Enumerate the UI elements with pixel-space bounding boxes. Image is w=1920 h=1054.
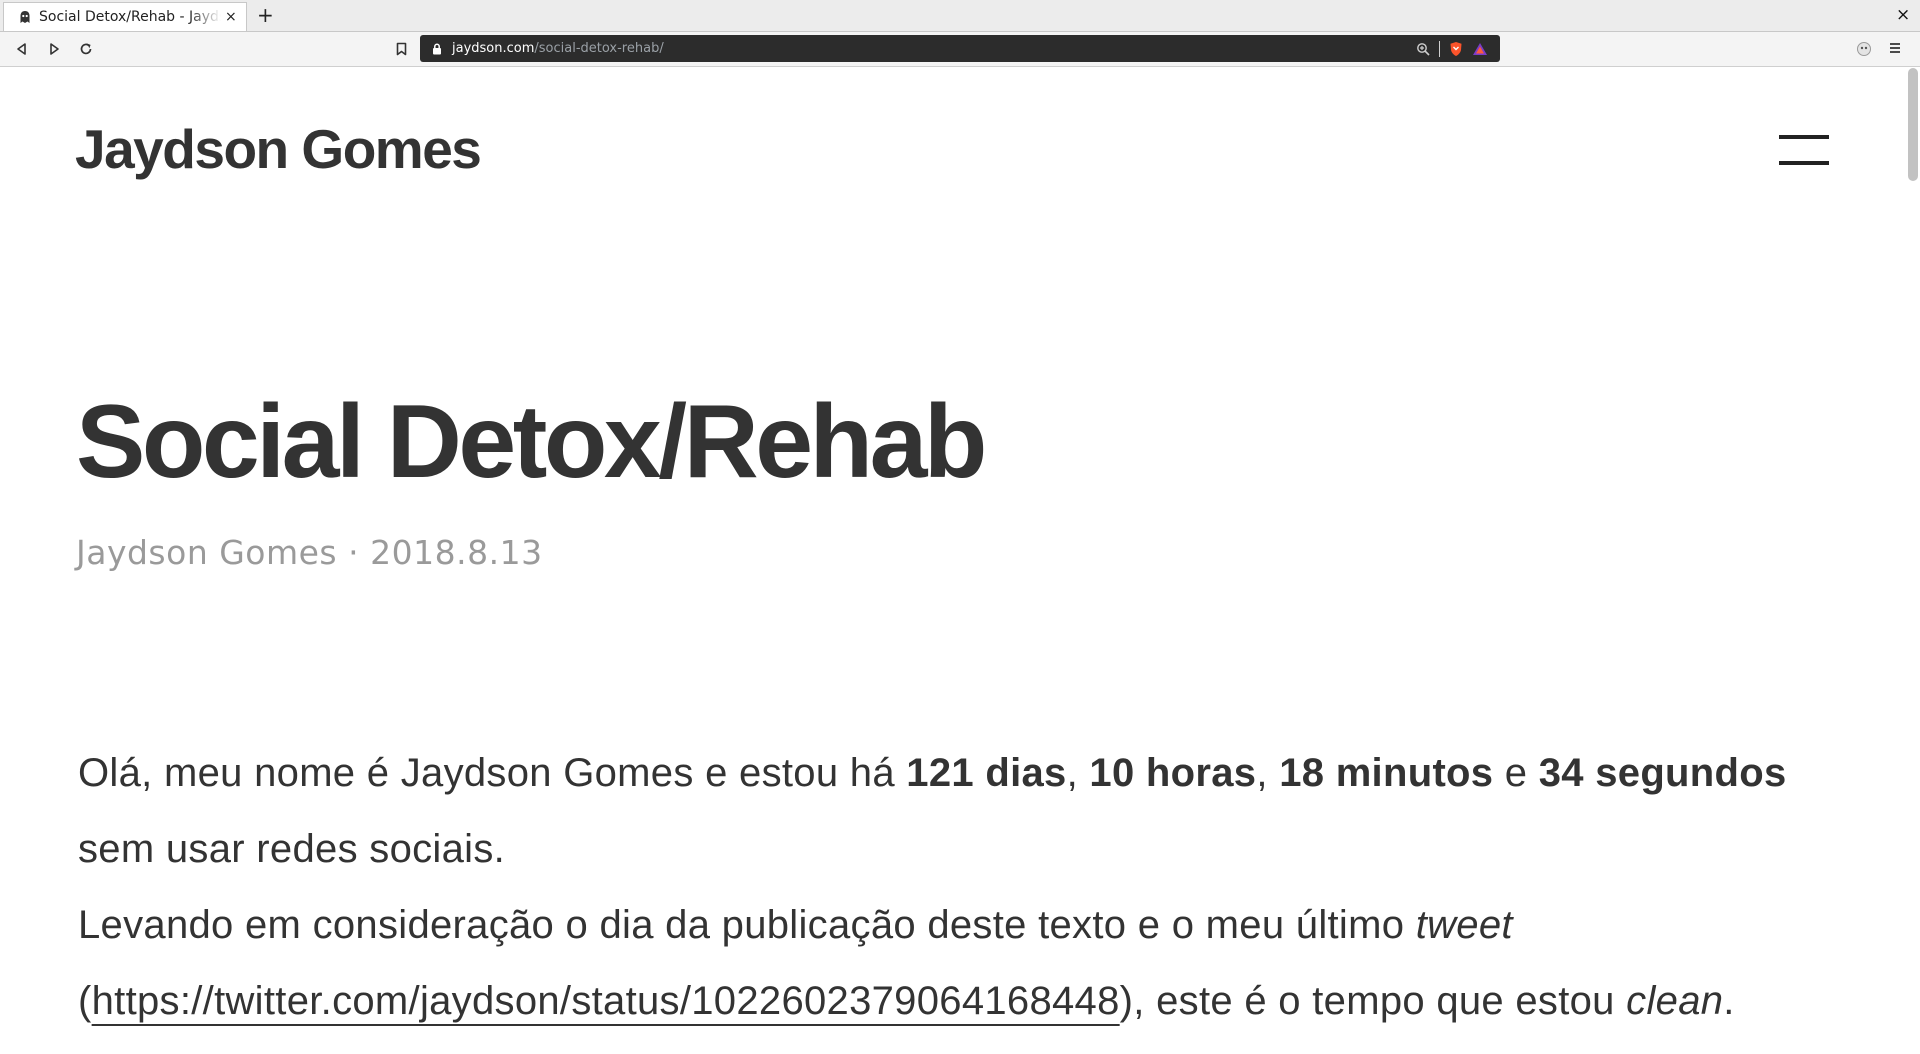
page-scrollbar[interactable] [1906, 67, 1920, 1054]
p1-comma: , [1066, 751, 1090, 795]
p1-seconds: 34 segundos [1538, 751, 1787, 795]
lock-icon [432, 42, 443, 55]
browser-tab-bar: Social Detox/Rehab - Jaydson Gomes × + × [0, 0, 1920, 32]
meta-separator: · [337, 533, 371, 572]
post-date: 2018.8.13 [370, 533, 543, 572]
p2-end: . [1723, 979, 1735, 1023]
hamburger-line [1779, 135, 1829, 139]
post-author: Jaydson Gomes [76, 533, 338, 572]
window-close-button[interactable]: × [1896, 4, 1910, 26]
web-page: Jaydson Gomes Social Detox/Rehab Jaydson… [0, 67, 1920, 1054]
p2-text-start: Levando em consideração o dia da publica… [78, 903, 1416, 947]
url-path: /social-detox-rehab/ [534, 41, 664, 56]
extension-icon[interactable] [1856, 41, 1872, 57]
scrollbar-thumb[interactable] [1908, 68, 1918, 181]
url-bar-actions [1415, 40, 1488, 57]
p1-text-start: Olá, meu nome é Jaydson Gomes e estou há [78, 751, 907, 795]
url-divider [1439, 40, 1440, 57]
p1-minutes: 18 minutos [1279, 751, 1494, 795]
p2-clean: clean [1626, 979, 1724, 1023]
browser-menu-icon[interactable] [1888, 40, 1904, 58]
site-title-link[interactable]: Jaydson Gomes [75, 119, 482, 180]
tweet-link[interactable]: https://twitter.com/jaydson/status/10226… [92, 979, 1120, 1023]
p1-hours: 10 horas [1089, 751, 1257, 795]
tab-close-icon[interactable]: × [225, 9, 237, 25]
p2-after-link: ), este é o tempo que estou [1119, 979, 1627, 1023]
p1-days: 121 dias [906, 751, 1067, 795]
brave-shields-icon[interactable] [1448, 41, 1464, 57]
post-meta: Jaydson Gomes · 2018.8.13 [76, 533, 543, 572]
back-icon[interactable] [13, 40, 31, 58]
address-bar[interactable]: jaydson.com/social-detox-rehab/ [420, 35, 1500, 62]
ghost-favicon-icon [18, 10, 31, 25]
brave-rewards-icon[interactable] [1472, 41, 1488, 57]
url-text[interactable]: jaydson.com/social-detox-rehab/ [452, 41, 664, 56]
new-tab-button[interactable]: + [257, 4, 274, 26]
browser-toolbar: jaydson.com/social-detox-rehab/ [0, 32, 1920, 67]
p2-paren-open: ( [78, 979, 92, 1023]
p1-comma: , [1256, 751, 1280, 795]
post-title: Social Detox/Rehab [76, 384, 987, 500]
hamburger-menu-icon[interactable] [1779, 135, 1829, 165]
p1-text-end: sem usar redes sociais. [78, 827, 506, 871]
post-body: Olá, meu nome é Jaydson Gomes e estou há… [78, 735, 1838, 1039]
tab-title: Social Detox/Rehab - Jaydson Gomes [39, 9, 221, 25]
bookmark-icon[interactable] [393, 40, 409, 58]
reload-icon[interactable] [77, 40, 95, 58]
zoom-icon[interactable] [1415, 41, 1431, 57]
browser-tab-active[interactable]: Social Detox/Rehab - Jaydson Gomes × [3, 2, 247, 31]
p2-tweet: tweet [1415, 903, 1513, 947]
p1-and: e [1493, 751, 1539, 795]
forward-icon[interactable] [45, 40, 63, 58]
hamburger-line [1779, 161, 1829, 165]
url-domain: jaydson.com [452, 41, 535, 56]
